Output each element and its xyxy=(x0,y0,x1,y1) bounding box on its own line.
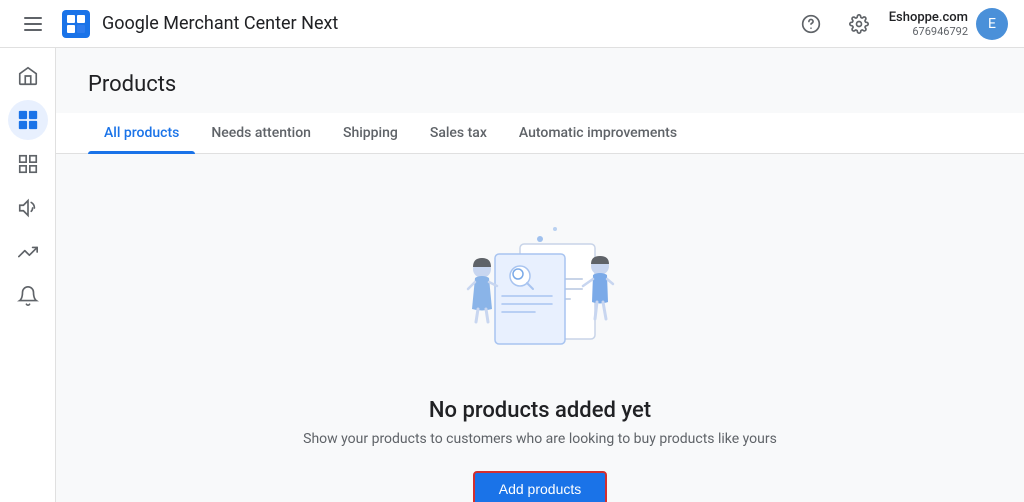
products-icon xyxy=(17,109,39,131)
empty-illustration xyxy=(440,214,640,374)
sidebar-item-reports[interactable] xyxy=(8,144,48,184)
help-icon xyxy=(801,14,821,34)
app-title: Google Merchant Center Next xyxy=(102,13,338,34)
tab-automatic-improvements[interactable]: Automatic improvements xyxy=(503,113,693,153)
topbar-right: Eshoppe.com 676946792 E xyxy=(793,6,1008,42)
account-id: 676946792 xyxy=(889,25,968,38)
tab-all-products[interactable]: All products xyxy=(88,113,195,153)
settings-button[interactable] xyxy=(841,6,877,42)
sidebar-item-marketing[interactable] xyxy=(8,188,48,228)
sidebar xyxy=(0,48,56,502)
topbar-left: Google Merchant Center Next xyxy=(16,9,793,39)
tabs-bar: All products Needs attention Shipping Sa… xyxy=(56,113,1024,154)
illustration-svg xyxy=(440,214,640,374)
empty-state-title: No products added yet xyxy=(429,398,651,423)
main-content: Products All products Needs attention Sh… xyxy=(56,48,1024,502)
tab-sales-tax[interactable]: Sales tax xyxy=(414,113,503,153)
avatar: E xyxy=(976,8,1008,40)
sidebar-item-analytics[interactable] xyxy=(8,232,48,272)
topbar: Google Merchant Center Next Eshoppe.com … xyxy=(0,0,1024,48)
account-name: Eshoppe.com xyxy=(889,10,968,25)
sidebar-item-home[interactable] xyxy=(8,56,48,96)
content-area: Products All products Needs attention Sh… xyxy=(56,48,1024,502)
marketing-icon xyxy=(17,197,39,219)
sidebar-item-products[interactable] xyxy=(8,100,48,140)
empty-state: No products added yet Show your products… xyxy=(88,154,992,502)
home-icon xyxy=(17,65,39,87)
notifications-icon xyxy=(17,285,39,307)
tab-needs-attention[interactable]: Needs attention xyxy=(195,113,327,153)
menu-button[interactable] xyxy=(16,9,50,39)
account-menu[interactable]: Eshoppe.com 676946792 E xyxy=(889,8,1008,40)
help-button[interactable] xyxy=(793,6,829,42)
reports-icon xyxy=(17,153,39,175)
tab-shipping[interactable]: Shipping xyxy=(327,113,414,153)
app-logo xyxy=(62,10,90,38)
account-info: Eshoppe.com 676946792 xyxy=(889,10,968,38)
analytics-icon xyxy=(17,241,39,263)
add-products-button[interactable]: Add products xyxy=(473,471,608,502)
sidebar-item-notifications[interactable] xyxy=(8,276,48,316)
settings-icon xyxy=(849,14,869,34)
empty-state-subtitle: Show your products to customers who are … xyxy=(303,431,777,447)
page-title: Products xyxy=(88,72,992,97)
